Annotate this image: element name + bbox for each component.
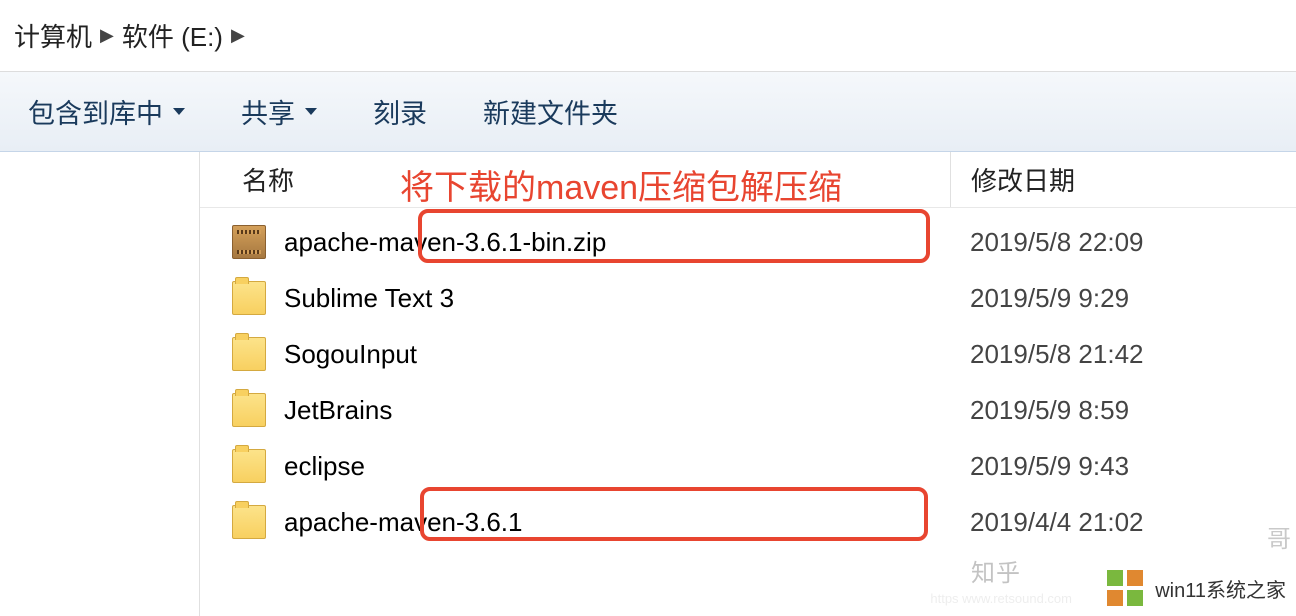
file-name: Sublime Text 3	[284, 283, 454, 314]
table-row[interactable]: apache-maven-3.6.1-bin.zip 2019/5/8 22:0…	[200, 214, 1296, 270]
archive-icon	[232, 225, 266, 259]
file-date: 2019/5/8 21:42	[950, 339, 1296, 370]
sidebar	[0, 152, 200, 616]
file-name: apache-maven-3.6.1-bin.zip	[284, 227, 606, 258]
folder-icon	[232, 505, 266, 539]
chevron-down-icon	[173, 108, 185, 115]
folder-icon	[232, 449, 266, 483]
file-name: eclipse	[284, 451, 365, 482]
share-button[interactable]: 共享	[213, 92, 345, 131]
watermark-zhihu: 知乎	[971, 553, 1021, 588]
annotation-overlay: 将下载的maven压缩包解压缩	[400, 160, 842, 209]
table-row[interactable]: apache-maven-3.6.1 2019/4/4 21:02	[200, 494, 1296, 550]
chevron-down-icon	[305, 108, 317, 115]
folder-icon	[232, 337, 266, 371]
file-name: JetBrains	[284, 395, 392, 426]
toolbar-label: 刻录	[373, 92, 427, 131]
table-row[interactable]: Sublime Text 3 2019/5/9 9:29	[200, 270, 1296, 326]
watermark-text: win11系统之家	[1155, 574, 1286, 603]
include-in-library-button[interactable]: 包含到库中	[0, 92, 213, 131]
toolbar-label: 共享	[241, 92, 295, 131]
chevron-right-icon[interactable]: ▶	[100, 25, 114, 46]
toolbar-label: 包含到库中	[28, 92, 163, 131]
breadcrumb[interactable]: 计算机 ▶ 软件 (E:) ▶	[0, 0, 1296, 72]
file-date: 2019/5/9 9:43	[950, 451, 1296, 482]
file-name: SogouInput	[284, 339, 417, 370]
toolbar-label: 新建文件夹	[483, 92, 618, 131]
watermark-url: https www.retsound.com	[930, 591, 1072, 606]
folder-icon	[232, 281, 266, 315]
file-list: apache-maven-3.6.1-bin.zip 2019/5/8 22:0…	[200, 208, 1296, 550]
file-date: 2019/5/8 22:09	[950, 227, 1296, 258]
watermark-corner: 哥	[1267, 519, 1291, 554]
logo-icon	[1105, 568, 1145, 608]
breadcrumb-item-computer[interactable]: 计算机	[14, 17, 92, 54]
file-list-pane: 将下载的maven压缩包解压缩 名称 修改日期 apache-maven-3.6…	[200, 152, 1296, 616]
column-header-date[interactable]: 修改日期	[950, 152, 1296, 207]
breadcrumb-item-drive[interactable]: 软件 (E:)	[122, 17, 223, 54]
watermark-win11: win11系统之家	[1105, 568, 1286, 608]
folder-icon	[232, 393, 266, 427]
file-date: 2019/5/9 9:29	[950, 283, 1296, 314]
table-row[interactable]: SogouInput 2019/5/8 21:42	[200, 326, 1296, 382]
chevron-right-icon[interactable]: ▶	[231, 25, 245, 46]
file-name: apache-maven-3.6.1	[284, 507, 522, 538]
table-row[interactable]: eclipse 2019/5/9 9:43	[200, 438, 1296, 494]
file-date: 2019/5/9 8:59	[950, 395, 1296, 426]
table-row[interactable]: JetBrains 2019/5/9 8:59	[200, 382, 1296, 438]
file-date: 2019/4/4 21:02	[950, 507, 1296, 538]
new-folder-button[interactable]: 新建文件夹	[455, 92, 646, 131]
toolbar: 包含到库中 共享 刻录 新建文件夹	[0, 72, 1296, 152]
burn-button[interactable]: 刻录	[345, 92, 455, 131]
